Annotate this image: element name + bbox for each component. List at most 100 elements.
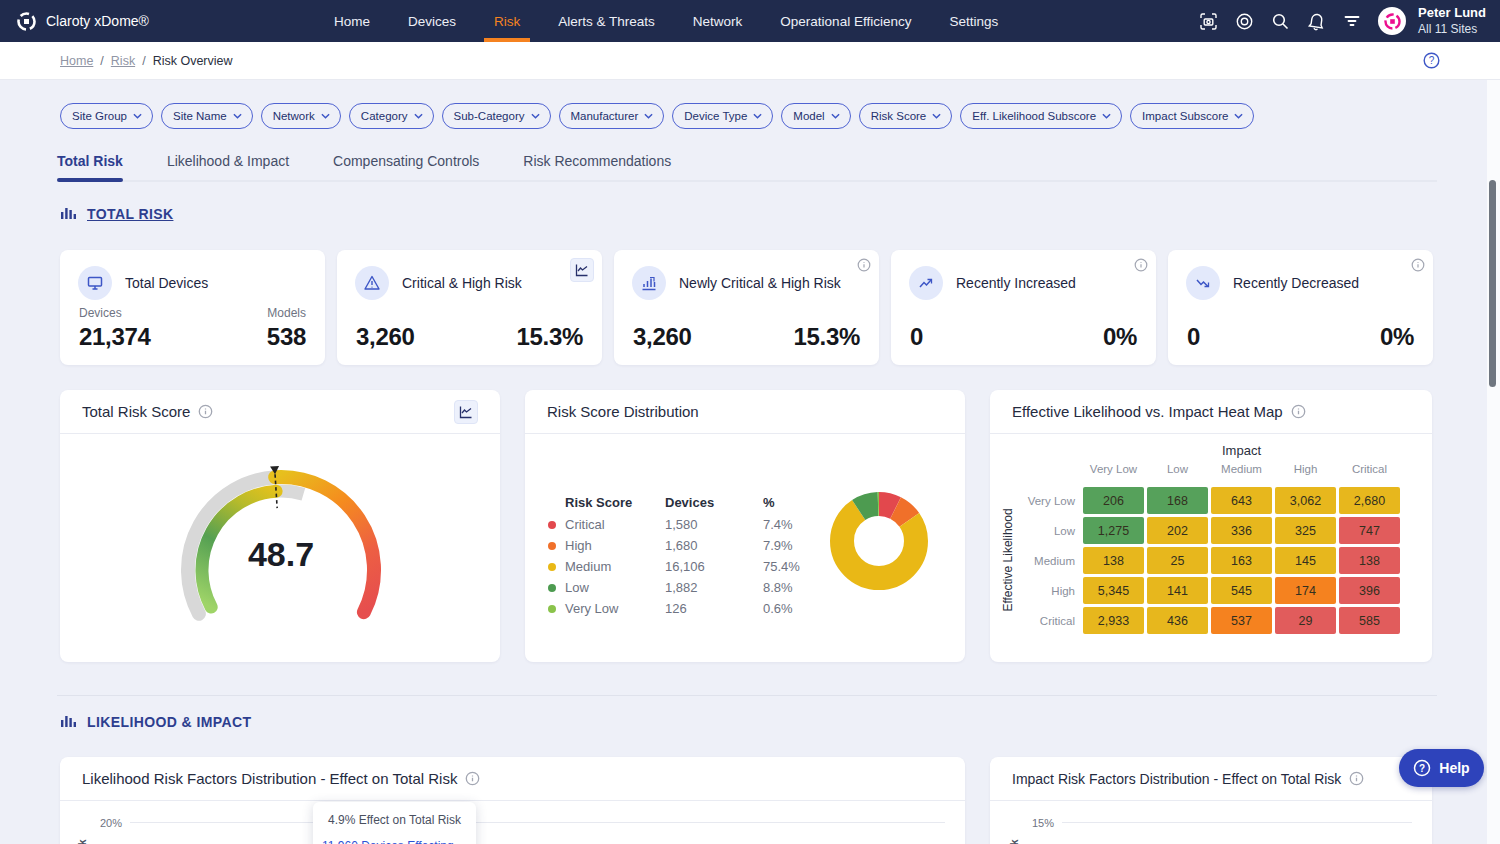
heatmap-cell[interactable]: 545 [1211,577,1272,604]
nav-settings[interactable]: Settings [949,0,998,42]
filter-icon[interactable] [1342,11,1362,31]
panel-heatmap: Effective Likelihood vs. Impact Heat Map… [990,390,1432,662]
tab-total-risk[interactable]: Total Risk [57,148,123,180]
card-total-devices: Total Devices Devices21,374 Models538 [60,250,325,365]
avatar[interactable] [1378,7,1406,35]
trend-up-icon [909,266,943,300]
trend-chart-toggle-button[interactable] [454,400,478,424]
card-recently-increased: Recently Increased 0 0% [891,250,1156,365]
legend-dot-high [548,542,556,550]
scrollbar-thumb[interactable] [1489,180,1496,387]
filter-sub-category[interactable]: Sub-Category [442,103,551,129]
heatmap-cell[interactable]: 585 [1339,607,1400,634]
breadcrumb-risk[interactable]: Risk [111,54,135,68]
heatmap-cell[interactable]: 25 [1147,547,1208,574]
heatmap-cell[interactable]: 202 [1147,517,1208,544]
filter-site-name[interactable]: Site Name [161,103,253,129]
filter-category[interactable]: Category [349,103,434,129]
svg-text:?: ? [1429,55,1435,66]
devices-label: Devices [79,306,151,320]
info-icon[interactable] [1411,258,1425,272]
legend-dot-low [548,584,556,592]
info-icon[interactable] [198,404,213,419]
section-divider [57,695,1437,696]
heatmap-cell[interactable]: 141 [1147,577,1208,604]
tooltip-devices-link[interactable]: 11,960 Devices Effecting Risk [321,839,468,844]
heatmap-col-header: Low [1147,463,1208,475]
col-devices: Devices [665,495,714,510]
filter-network[interactable]: Network [261,103,341,129]
heatmap-cell[interactable]: 168 [1147,487,1208,514]
heatmap-cell[interactable]: 5,345 [1083,577,1144,604]
total-risk-score-gauge: 48.7 [60,434,500,662]
info-icon[interactable] [1134,258,1148,272]
filter-device-type[interactable]: Device Type [672,103,773,129]
support-icon[interactable] [1234,11,1254,31]
panel-title: Impact Risk Factors Distribution - Effec… [1012,771,1341,787]
heatmap-cell[interactable]: 325 [1275,517,1336,544]
breadcrumb-bar: Home / Risk / Risk Overview ? [0,42,1500,80]
heatmap-cell[interactable]: 206 [1083,487,1144,514]
chevron-down-icon [753,113,762,119]
info-icon[interactable] [857,258,871,272]
tab-risk-recommendations[interactable]: Risk Recommendations [523,148,671,180]
info-icon[interactable] [1349,771,1364,786]
recently-increased-percent: 0% [1103,323,1137,351]
heatmap-cell[interactable]: 138 [1339,547,1400,574]
heatmap-y-axis-title: Effective Likelihood [1001,485,1015,635]
filter-model[interactable]: Model [781,103,850,129]
nav-devices[interactable]: Devices [408,0,456,42]
heatmap-cell[interactable]: 145 [1275,547,1336,574]
info-icon[interactable] [1291,404,1306,419]
bar-chart-icon [60,205,78,223]
heatmap-cell[interactable]: 396 [1339,577,1400,604]
heatmap-cell[interactable]: 643 [1211,487,1272,514]
nav-home[interactable]: Home [334,0,370,42]
row-high-label: High [565,538,592,553]
nav-alerts-threats[interactable]: Alerts & Threats [558,0,655,42]
filter-manufacturer[interactable]: Manufacturer [559,103,665,129]
filter-site-group[interactable]: Site Group [60,103,153,129]
page-help-icon[interactable]: ? [1423,52,1440,69]
brand[interactable]: Claroty xDome® [16,0,149,42]
notifications-icon[interactable] [1306,11,1326,31]
heatmap-cell[interactable]: 336 [1211,517,1272,544]
heatmap-cell[interactable]: 1,275 [1083,517,1144,544]
breadcrumb-home[interactable]: Home [60,54,93,68]
user-info[interactable]: Peter Lund All 11 Sites [1418,5,1486,36]
heatmap-cell[interactable]: 138 [1083,547,1144,574]
row-very-low-devices: 126 [665,601,687,616]
claroty-logo-icon [16,11,37,32]
nav-network[interactable]: Network [693,0,743,42]
breadcrumb: Home / Risk / Risk Overview [60,42,233,80]
nav-operational-efficiency[interactable]: Operational Efficiency [780,0,911,42]
heatmap-cell[interactable]: 747 [1339,517,1400,544]
heatmap-body: Impact Very LowLowMediumHighCritical Ver… [990,434,1432,662]
heatmap-cell[interactable]: 29 [1275,607,1336,634]
help-button[interactable]: ? Help [1399,749,1484,787]
heatmap-cell[interactable]: 3,062 [1275,487,1336,514]
nav-risk[interactable]: Risk [494,0,520,42]
info-icon[interactable] [465,771,480,786]
filter-risk-score[interactable]: Risk Score [859,103,953,129]
heatmap-cell[interactable]: 174 [1275,577,1336,604]
screenshot-icon[interactable] [1198,11,1218,31]
section-total-risk[interactable]: TOTAL RISK [60,205,173,223]
trend-down-icon [1186,266,1220,300]
chevron-down-icon [321,113,330,119]
heatmap-cell[interactable]: 2,680 [1339,487,1400,514]
heatmap-col-header: Very Low [1083,463,1144,475]
heatmap-cell[interactable]: 436 [1147,607,1208,634]
heatmap-cell[interactable]: 2,933 [1083,607,1144,634]
tab-compensating-controls[interactable]: Compensating Controls [333,148,479,180]
filter-eff-likelihood-subscore[interactable]: Eff. Likelihood Subscore [960,103,1122,129]
trend-chart-toggle-button[interactable] [570,258,594,282]
heatmap-cell[interactable]: 537 [1211,607,1272,634]
filter-impact-subscore[interactable]: Impact Subscore [1130,103,1254,129]
row-very-low-label: Very Low [565,601,618,616]
search-icon[interactable] [1270,11,1290,31]
heatmap-cell[interactable]: 163 [1211,547,1272,574]
panel-risk-score-distribution: Risk Score Distribution Risk Score Devic… [525,390,965,662]
tab-likelihood-impact[interactable]: Likelihood & Impact [167,148,289,180]
row-very-low-percent: 0.6% [763,601,793,616]
